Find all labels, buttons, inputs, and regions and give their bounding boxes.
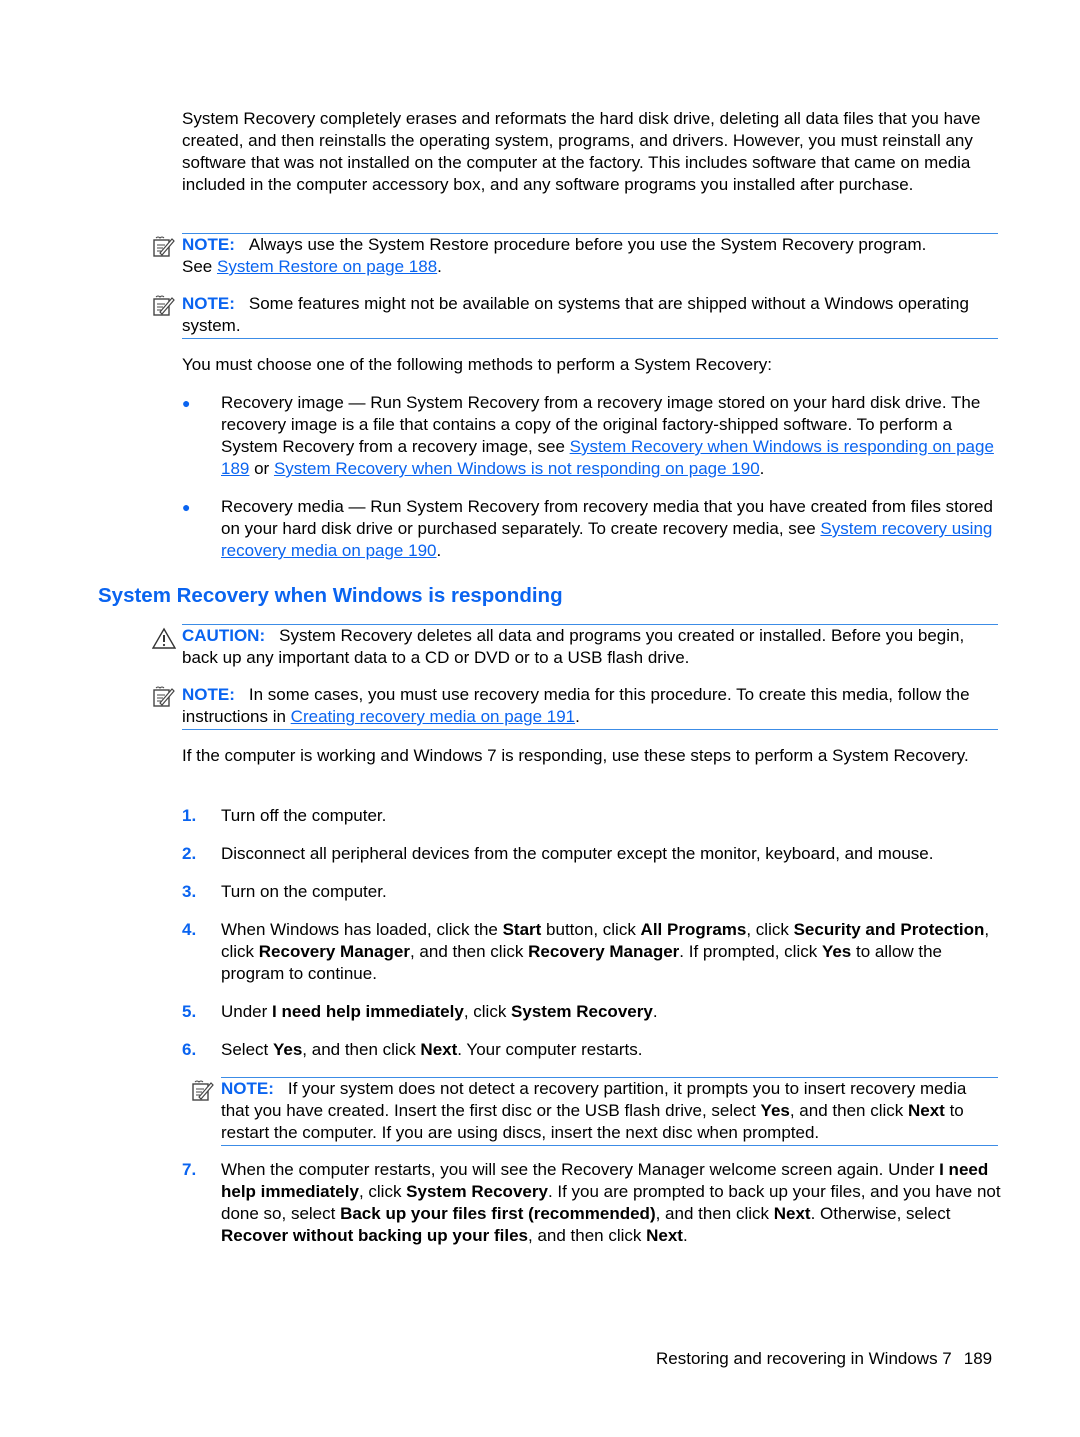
- step-number: 4.: [182, 920, 197, 939]
- note-text: Some features might not be available on …: [182, 294, 969, 335]
- step-number: 2.: [182, 844, 197, 863]
- step-number: 6.: [182, 1040, 197, 1059]
- punctuation: .: [575, 707, 580, 726]
- note-text-prefix: See: [182, 257, 217, 276]
- caution-label: CAUTION:: [182, 626, 266, 645]
- warning-triangle-icon: [152, 627, 176, 649]
- punctuation: .: [759, 459, 765, 478]
- link-windows-not-responding[interactable]: System Recovery when Windows is not resp…: [274, 459, 760, 478]
- page-footer: Restoring and recovering in Windows 7 189: [656, 1349, 992, 1369]
- note-recovery-partition: NOTE: If your system does not detect a re…: [192, 1077, 998, 1146]
- note-text: If your system does not detect a recover…: [221, 1079, 967, 1142]
- note-system-restore: NOTE: Always use the System Restore proce…: [153, 233, 998, 278]
- page-number: 189: [963, 1349, 993, 1368]
- note-text: Always use the System Restore procedure …: [248, 235, 927, 254]
- note-label: NOTE:: [221, 1079, 274, 1098]
- footer-title: Restoring and recovering in Windows 7: [656, 1349, 952, 1368]
- step-text: When the computer restarts, you will see…: [221, 1160, 1001, 1245]
- bullet-recovery-image: ● Recovery image — Run System Recovery f…: [182, 392, 1002, 480]
- bullet-icon: ●: [182, 499, 191, 515]
- document-page: System Recovery completely erases and re…: [0, 0, 1080, 1437]
- step-text: Turn on the computer.: [221, 882, 387, 901]
- step-number: 7.: [182, 1160, 197, 1179]
- section-heading: System Recovery when Windows is respondi…: [98, 584, 563, 607]
- note-label: NOTE:: [182, 294, 235, 313]
- caution-box: CAUTION: System Recovery deletes all data…: [152, 624, 998, 669]
- note-icon: [153, 295, 175, 316]
- step-1: 1. Turn off the computer.: [182, 805, 1002, 827]
- step-text: Under I need help immediately, click Sys…: [221, 1002, 658, 1021]
- note-icon: [153, 686, 175, 707]
- step-number: 1.: [182, 806, 197, 825]
- note-label: NOTE:: [182, 235, 235, 254]
- caution-text: System Recovery deletes all data and pro…: [182, 626, 965, 667]
- bullet-icon: ●: [182, 395, 191, 411]
- step-text: Disconnect all peripheral devices from t…: [221, 844, 934, 863]
- methods-intro: You must choose one of the following met…: [182, 355, 772, 374]
- step-text: When Windows has loaded, click the Start…: [221, 920, 990, 983]
- bullet-text-mid: or: [249, 459, 274, 478]
- step-number: 5.: [182, 1002, 197, 1021]
- step-text: Select Yes, and then click Next. Your co…: [221, 1040, 643, 1059]
- step-4: 4. When Windows has loaded, click the St…: [182, 919, 1002, 985]
- step-2: 2. Disconnect all peripheral devices fro…: [182, 843, 1002, 865]
- step-text: Turn off the computer.: [221, 806, 387, 825]
- note-icon: [153, 236, 175, 257]
- step-7: 7. When the computer restarts, you will …: [182, 1159, 1002, 1247]
- step-6: 6. Select Yes, and then click Next. Your…: [182, 1039, 1002, 1061]
- link-system-restore[interactable]: System Restore on page 188: [217, 257, 437, 276]
- step-5: 5. Under I need help immediately, click …: [182, 1001, 1002, 1023]
- bullet-recovery-media: ● Recovery media — Run System Recovery f…: [182, 496, 1002, 562]
- punctuation: .: [436, 541, 442, 560]
- note-icon: [192, 1080, 214, 1101]
- intro-paragraph: System Recovery completely erases and re…: [182, 109, 981, 194]
- note-windows-os: NOTE: Some features might not be availabl…: [153, 293, 998, 339]
- link-creating-recovery-media[interactable]: Creating recovery media on page 191: [291, 707, 575, 726]
- note-recovery-media: NOTE: In some cases, you must use recover…: [153, 684, 998, 730]
- note-label: NOTE:: [182, 685, 235, 704]
- step-3: 3. Turn on the computer.: [182, 881, 1002, 903]
- steps-intro: If the computer is working and Windows 7…: [182, 746, 969, 765]
- punctuation: .: [437, 257, 442, 276]
- step-number: 3.: [182, 882, 197, 901]
